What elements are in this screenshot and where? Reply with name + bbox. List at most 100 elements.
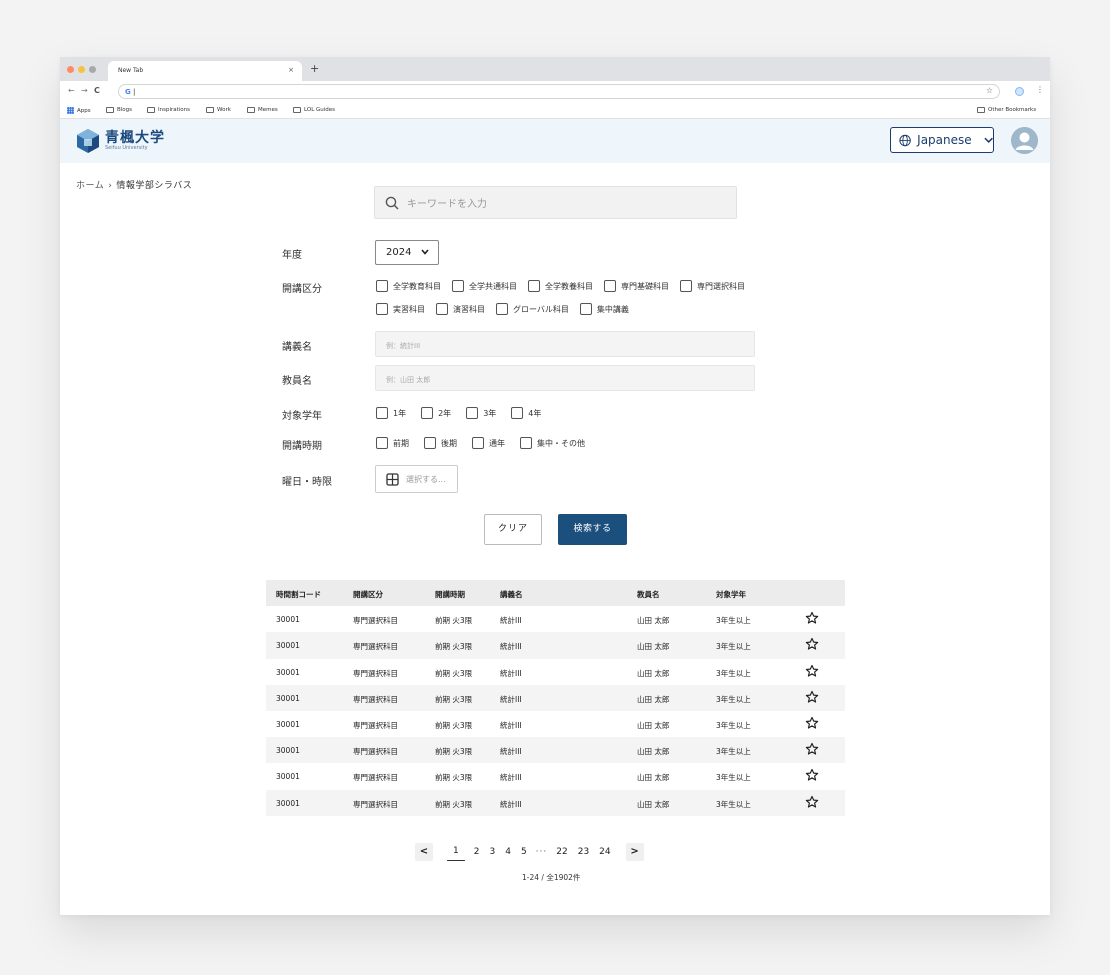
browser-menu-icon[interactable]: ⋮: [1036, 85, 1044, 94]
bookmark-work[interactable]: Work: [206, 107, 231, 113]
close-window-dot[interactable]: [67, 66, 74, 73]
new-tab-icon[interactable]: +: [310, 62, 319, 75]
checkbox-box[interactable]: [604, 280, 616, 292]
checkbox-box[interactable]: [436, 303, 448, 315]
address-bar[interactable]: G | ☆: [118, 84, 1000, 99]
category-checkbox[interactable]: 専門基礎科目: [604, 280, 669, 292]
page-link[interactable]: 3: [484, 843, 500, 861]
search-button[interactable]: 検索する: [558, 514, 627, 545]
category-checkbox[interactable]: 全学教養科目: [528, 280, 593, 292]
checkbox-box[interactable]: [579, 303, 592, 315]
table-row[interactable]: 30001 専門選択科目 前期 火3限 統計III 山田 太郎 3年生以上: [266, 606, 845, 632]
column-header[interactable]: 講義名: [500, 589, 523, 600]
table-row[interactable]: 30001 専門選択科目 前期 火3限 統計III 山田 太郎 3年生以上: [266, 659, 845, 685]
next-page-button[interactable]: >: [625, 843, 644, 861]
category-checkbox[interactable]: グローバル科目: [496, 303, 569, 315]
grade-checkbox[interactable]: 3年: [466, 407, 496, 419]
checkbox-box[interactable]: [466, 407, 479, 419]
favorite-star-icon[interactable]: [805, 611, 819, 627]
grade-checkbox[interactable]: 2年: [421, 407, 451, 419]
table-row[interactable]: 30001 専門選択科目 前期 火3限 統計III 山田 太郎 3年生以上: [266, 737, 845, 764]
checkbox-box[interactable]: [452, 280, 464, 292]
page-link[interactable]: 22: [551, 843, 572, 861]
period-checkbox[interactable]: 通年: [472, 437, 505, 449]
browser-tab[interactable]: New Tab ×: [108, 61, 302, 81]
category-checkbox[interactable]: 実習科目: [376, 303, 425, 315]
bookmark-star-icon[interactable]: ☆: [986, 86, 993, 95]
category-checkbox[interactable]: 演習科目: [436, 303, 485, 315]
checkbox-box[interactable]: [496, 303, 508, 315]
favorite-star-icon[interactable]: [805, 637, 819, 653]
keyword-search-input[interactable]: キーワードを入力: [374, 186, 737, 219]
reload-icon[interactable]: C: [94, 86, 100, 95]
page-link[interactable]: 2: [469, 843, 485, 861]
favorite-star-icon[interactable]: [805, 742, 819, 758]
language-selector[interactable]: Japanese: [890, 127, 994, 153]
category-checkbox[interactable]: 全学共通科目: [452, 280, 517, 292]
course-name-input[interactable]: 例：統計III: [375, 331, 755, 357]
checkbox-box[interactable]: [680, 280, 692, 292]
clear-button[interactable]: クリア: [484, 514, 542, 545]
period-checkbox[interactable]: 前期: [376, 437, 409, 449]
favorite-star-icon[interactable]: [805, 664, 819, 680]
checkbox-box[interactable]: [472, 437, 484, 449]
breadcrumb-home[interactable]: ホーム: [76, 181, 104, 191]
page-link[interactable]: 23: [573, 843, 594, 861]
column-header[interactable]: 時間割コード: [276, 589, 321, 600]
checkbox-box[interactable]: [528, 280, 540, 292]
bookmark-lol-guides[interactable]: LOL Guides: [293, 107, 335, 113]
bookmark-apps[interactable]: Apps: [67, 107, 91, 114]
favorite-star-icon[interactable]: [805, 795, 819, 811]
page-link[interactable]: 4: [500, 843, 516, 861]
grade-checkbox[interactable]: 1年: [376, 407, 406, 419]
bookmark-memes[interactable]: Memes: [247, 107, 278, 113]
column-header[interactable]: 教員名: [637, 589, 660, 600]
checkbox-box[interactable]: [376, 407, 388, 419]
minimize-window-dot[interactable]: [78, 66, 85, 73]
grade-checkbox[interactable]: 4年: [511, 407, 541, 419]
column-header[interactable]: 開講区分: [353, 589, 383, 600]
table-row[interactable]: 30001 専門選択科目 前期 火3限 統計III 山田 太郎 3年生以上: [266, 632, 845, 659]
bookmark-inspirations[interactable]: Inspirations: [147, 107, 190, 113]
favorite-star-icon[interactable]: [805, 768, 819, 784]
checkbox-box[interactable]: [424, 437, 436, 449]
user-avatar-icon[interactable]: [1011, 127, 1038, 154]
table-cell: 30001: [276, 667, 300, 677]
page-link-current[interactable]: 1: [447, 843, 465, 861]
year-select[interactable]: 2024: [375, 240, 439, 265]
column-header[interactable]: 対象学年: [716, 589, 746, 600]
checkbox-box[interactable]: [376, 303, 388, 315]
checkbox-box[interactable]: [520, 437, 532, 449]
table-row[interactable]: 30001 専門選択科目 前期 火3限 統計III 山田 太郎 3年生以上: [266, 711, 845, 737]
table-row[interactable]: 30001 専門選択科目 前期 火3限 統計III 山田 太郎 3年生以上: [266, 789, 845, 816]
forward-icon[interactable]: →: [81, 86, 88, 95]
checkbox-box[interactable]: [421, 407, 434, 419]
maximize-window-dot[interactable]: [89, 66, 96, 73]
slot-picker-button[interactable]: 選択する...: [375, 465, 458, 493]
checkbox-box[interactable]: [376, 280, 388, 292]
page-link[interactable]: 24: [594, 843, 615, 861]
table-cell: 前期 火3限: [435, 799, 473, 809]
favorite-star-icon[interactable]: [805, 716, 819, 732]
category-checkbox[interactable]: 集中講義: [579, 303, 629, 315]
university-name[interactable]: 青楓大学: [105, 127, 165, 147]
category-checkbox[interactable]: 全学教育科目: [376, 280, 441, 292]
university-logo-icon[interactable]: [76, 128, 100, 154]
period-checkbox[interactable]: 集中・その他: [520, 437, 585, 449]
checkbox-box[interactable]: [376, 437, 388, 449]
other-bookmarks[interactable]: Other Bookmarks: [977, 107, 1036, 113]
profile-icon[interactable]: [1015, 87, 1024, 96]
checkbox-box[interactable]: [511, 407, 524, 419]
back-icon[interactable]: ←: [68, 86, 75, 95]
table-row[interactable]: 30001 専門選択科目 前期 火3限 統計III 山田 太郎 3年生以上: [266, 763, 845, 789]
page-link[interactable]: 5: [516, 843, 532, 861]
bookmark-blogs[interactable]: Blogs: [106, 107, 132, 113]
instructor-input[interactable]: 例：山田 太郎: [375, 365, 755, 391]
period-checkbox[interactable]: 後期: [424, 437, 457, 449]
prev-page-button[interactable]: <: [415, 843, 433, 861]
favorite-star-icon[interactable]: [805, 690, 819, 706]
table-row[interactable]: 30001 専門選択科目 前期 火3限 統計III 山田 太郎 3年生以上: [266, 684, 845, 711]
tab-close-icon[interactable]: ×: [288, 66, 294, 74]
category-checkbox[interactable]: 専門選択科目: [680, 280, 745, 292]
column-header[interactable]: 開講時期: [435, 589, 465, 600]
